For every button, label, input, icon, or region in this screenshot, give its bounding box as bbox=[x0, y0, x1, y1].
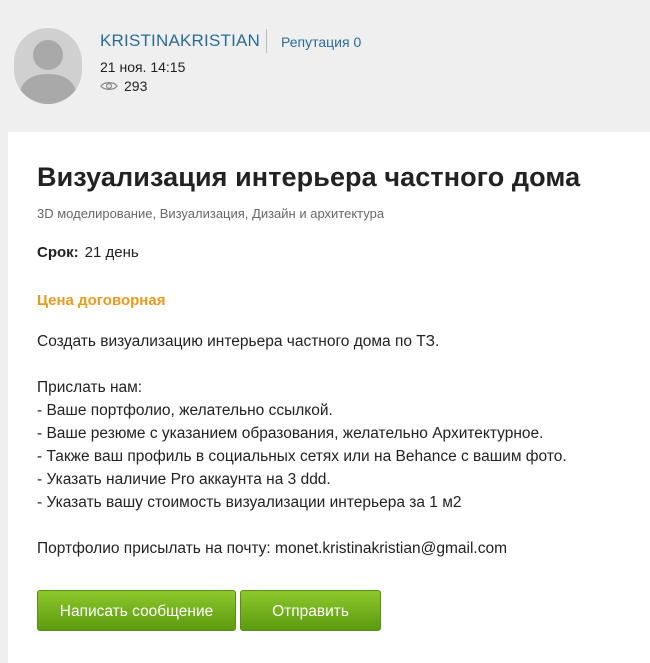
description-line: - Указать вашу стоимость визуализации ин… bbox=[37, 494, 462, 511]
description-line: - Указать наличие Pro аккаунта на 3 ddd. bbox=[37, 471, 331, 488]
post-card: Визуализация интерьера частного дома 3D … bbox=[8, 132, 650, 663]
views-value: 293 bbox=[124, 78, 148, 94]
categories: 3D моделирование, Визуализация, Дизайн и… bbox=[37, 206, 385, 221]
description-line bbox=[37, 514, 567, 537]
description-line bbox=[37, 353, 567, 376]
views-count: 293 bbox=[100, 78, 147, 94]
price: Цена договорная bbox=[37, 292, 166, 309]
post-date: 21 ноя. 14:15 bbox=[100, 59, 186, 75]
description-line: - Также ваш профиль в социальных сетях и… bbox=[37, 448, 567, 465]
description-line: Портфолио присылать на почту: monet.kris… bbox=[37, 540, 507, 557]
divider bbox=[266, 29, 267, 53]
eye-icon bbox=[100, 82, 118, 90]
write-message-button[interactable]: Написать сообщение bbox=[37, 590, 236, 631]
deadline-label: Срок: bbox=[37, 244, 79, 261]
reputation-link[interactable]: Репутация 0 bbox=[281, 34, 361, 50]
description-line: - Ваше портфолио, желательно ссылкой. bbox=[37, 402, 333, 419]
deadline: Срок: 21 день bbox=[37, 244, 139, 261]
default-avatar-icon bbox=[14, 28, 82, 104]
send-button[interactable]: Отправить bbox=[240, 590, 381, 631]
post-header: KRISTINAKRISTIAN Репутация 0 21 ноя. 14:… bbox=[0, 0, 650, 132]
description-line: Создать визуализацию интерьера частного … bbox=[37, 333, 440, 350]
avatar[interactable] bbox=[14, 28, 82, 104]
description-line: - Ваше резюме с указанием образования, ж… bbox=[37, 425, 544, 442]
description: Создать визуализацию интерьера частного … bbox=[37, 330, 567, 560]
author-name[interactable]: KRISTINAKRISTIAN bbox=[100, 31, 260, 51]
description-line: Прислать нам: bbox=[37, 379, 143, 396]
deadline-value: 21 день bbox=[84, 244, 139, 261]
page-title: Визуализация интерьера частного дома bbox=[37, 162, 581, 192]
